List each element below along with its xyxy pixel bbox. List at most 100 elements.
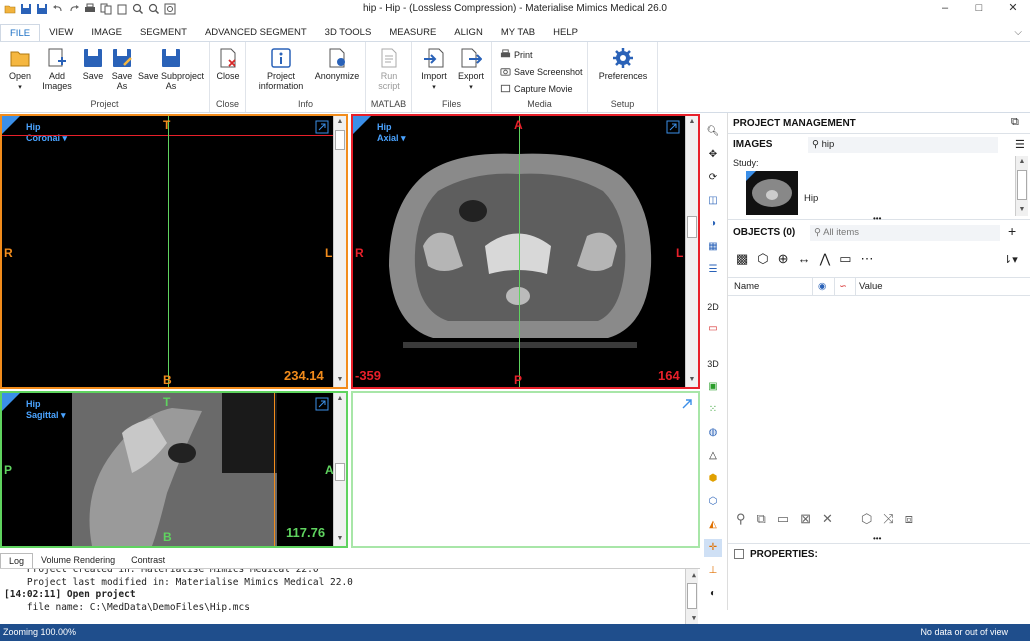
tab-advanced-segment[interactable]: ADVANCED SEGMENT (196, 24, 316, 42)
folder-icon[interactable]: ▭ (777, 511, 789, 527)
3d-box-icon[interactable]: ▣ (704, 378, 722, 396)
tab-volume-rendering[interactable]: Volume Rendering (33, 553, 123, 568)
close-window-button[interactable]: ✕ (996, 0, 1030, 18)
preferences-button[interactable]: Preferences (592, 47, 654, 81)
cube-icon[interactable]: ⬡ (704, 493, 722, 511)
remove-from-folder-icon[interactable]: ⊠ (800, 511, 811, 527)
grid-icon[interactable]: ⁙ (704, 401, 722, 419)
contrast-icon[interactable]: ◑ (704, 215, 722, 233)
tab-file[interactable]: FILE (0, 24, 41, 42)
objects-search-input[interactable]: ⚲ All items (810, 225, 1000, 241)
maximize-viewport-icon[interactable] (680, 397, 694, 411)
scroll-up-icon[interactable]: ▲ (1016, 156, 1028, 168)
more-icon[interactable]: ⋯ (861, 251, 874, 267)
add-images-button[interactable]: Add Images (38, 47, 76, 91)
rotate-icon[interactable]: ⟳ (704, 169, 722, 187)
zoom-icon[interactable]: 🔍︎ (704, 123, 722, 141)
export-button[interactable]: Export ▾ (454, 47, 488, 93)
2d-view-icon[interactable]: ▭ (704, 320, 722, 338)
add-object-icon[interactable]: + (1008, 223, 1016, 239)
scroll-thumb[interactable] (1017, 170, 1027, 200)
scroll-up-icon[interactable]: ▲ (686, 116, 698, 128)
scroll-up-icon[interactable]: ▲ (334, 393, 346, 405)
viewport-title[interactable]: Hip Coronal ▾ (26, 122, 67, 144)
images-scrollbar[interactable]: ▲ ▼ (1015, 156, 1028, 216)
undock-icon[interactable]: ⧉ (1011, 116, 1019, 129)
print-button[interactable]: Print (500, 49, 533, 60)
anonymize-button[interactable]: Anonymize (312, 47, 362, 81)
curve-icon[interactable]: ∽ (839, 278, 847, 296)
sagittal-scrollbar[interactable]: ▲ ▼ (333, 393, 346, 546)
axial-viewport[interactable]: Hip Axial ▾ A P R L -359 164 ▲ ▼ (351, 114, 700, 389)
tab-segment[interactable]: SEGMENT (131, 24, 196, 42)
run-script-button[interactable]: Run script (372, 47, 406, 91)
sagittal-viewport[interactable]: Hip Sagittal ▾ T B P A 117.76 ▲ ▼ (0, 391, 348, 548)
close-button[interactable]: Close (214, 47, 242, 81)
tab-view[interactable]: VIEW (40, 24, 82, 42)
maximize-viewport-icon[interactable] (315, 397, 329, 411)
scroll-thumb[interactable] (335, 463, 345, 481)
scroll-thumb[interactable] (687, 583, 697, 609)
visibility-icon[interactable]: ◉ (818, 278, 826, 296)
open-button[interactable]: Open ▾ (4, 47, 36, 93)
scroll-up-icon[interactable]: ▲ (686, 569, 698, 581)
export-object-icon[interactable]: ⬡ (861, 511, 872, 527)
scroll-up-icon[interactable]: ▲ (334, 116, 346, 128)
save-button[interactable]: Save (80, 47, 106, 81)
delete-icon[interactable]: ✕ (822, 511, 833, 527)
axes-icon[interactable]: ✛ (704, 539, 722, 557)
axial-scrollbar[interactable]: ▲ ▼ (685, 116, 698, 387)
3d-viewport[interactable] (351, 391, 700, 548)
tab-align[interactable]: ALIGN (445, 24, 492, 42)
scroll-down-icon[interactable]: ▼ (686, 612, 698, 624)
measurement-icon[interactable]: ↔ (798, 251, 811, 267)
splitter-handle[interactable]: ••• (873, 214, 881, 223)
maximize-button[interactable]: □ (962, 0, 996, 18)
save-screenshot-button[interactable]: Save Screenshot (500, 66, 583, 77)
sphere-object-icon[interactable]: ⊕ (778, 251, 789, 267)
centerline-icon[interactable]: ⋀ (820, 251, 831, 267)
collapse-ribbon-icon[interactable]: ⌵ (1014, 27, 1022, 38)
duplicate-icon[interactable]: ⧉ (757, 511, 766, 527)
scroll-down-icon[interactable]: ▼ (686, 374, 698, 386)
merge-icon[interactable]: ⧈ (905, 511, 913, 527)
col-name[interactable]: Name (734, 278, 759, 296)
folder-icon[interactable]: ▭ (839, 251, 851, 267)
save-subproject-as-button[interactable]: Save Subproject As (136, 47, 206, 91)
images-search-input[interactable]: ⚲ hip (808, 137, 998, 153)
properties-checkbox[interactable] (734, 549, 744, 559)
save-as-button[interactable]: Save As (108, 47, 136, 91)
viewport-title[interactable]: Hip Sagittal ▾ (26, 399, 66, 421)
image-thumbnail[interactable] (746, 171, 798, 215)
polygon-icon[interactable]: ⬢ (704, 470, 722, 488)
tetra-icon[interactable]: △ (704, 447, 722, 465)
coronal-scrollbar[interactable]: ▲ ▼ (333, 116, 346, 387)
coordinate-icon[interactable]: ⊥ (704, 562, 722, 580)
maximize-viewport-icon[interactable] (315, 120, 329, 134)
tab-help[interactable]: HELP (544, 24, 587, 42)
splitter-handle[interactable]: ••• (873, 534, 881, 543)
import-button[interactable]: Import ▾ (418, 47, 450, 93)
location-icon[interactable]: ⚲ (736, 511, 746, 527)
minimize-button[interactable]: – (928, 0, 962, 18)
tab-image[interactable]: IMAGE (82, 24, 131, 42)
image-name[interactable]: Hip (804, 193, 818, 204)
tab-3d-tools[interactable]: 3D TOOLS (316, 24, 381, 42)
log-scrollbar[interactable]: ▲ ▼ (685, 569, 698, 624)
scroll-thumb[interactable] (335, 130, 345, 150)
surface-icon[interactable]: ◭ (704, 516, 722, 534)
col-value[interactable]: Value (859, 278, 883, 296)
sphere-icon[interactable]: ◍ (704, 424, 722, 442)
scroll-down-icon[interactable]: ▼ (334, 374, 346, 386)
sort-icon[interactable]: ⇂▾ (1003, 253, 1018, 266)
clip-icon[interactable]: ◐ (704, 585, 722, 603)
mask-icon[interactable]: ▩ (736, 251, 748, 267)
pan-icon[interactable]: ✥ (704, 146, 722, 164)
project-information-button[interactable]: Project information (252, 47, 310, 91)
tab-my-tab[interactable]: MY TAB (492, 24, 544, 42)
slices-icon[interactable]: ☰ (704, 261, 722, 279)
scroll-down-icon[interactable]: ▼ (1016, 204, 1028, 216)
crop-icon[interactable]: ◫ (704, 192, 722, 210)
maximize-viewport-icon[interactable] (666, 120, 680, 134)
scroll-thumb[interactable] (687, 216, 697, 238)
